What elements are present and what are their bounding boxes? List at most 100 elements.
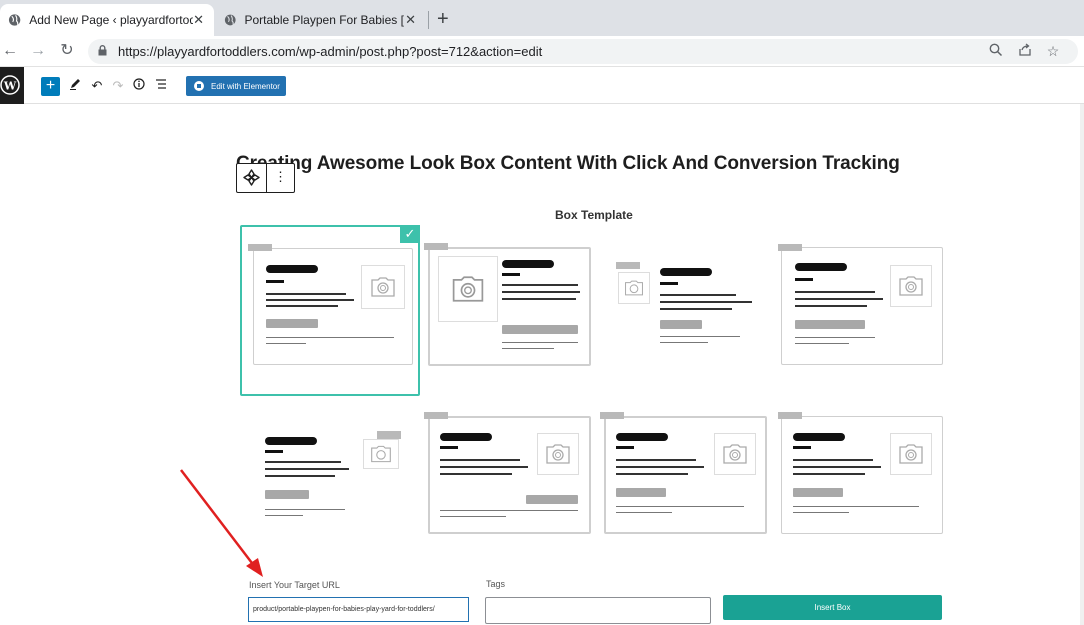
scrollbar[interactable] bbox=[1080, 104, 1084, 625]
template-card-6[interactable] bbox=[424, 411, 594, 535]
preview-tag bbox=[616, 262, 640, 269]
preview-line bbox=[502, 298, 576, 300]
preview-footer-line bbox=[793, 506, 919, 507]
preview-subtitle bbox=[502, 273, 520, 276]
preview-line bbox=[440, 473, 512, 475]
preview-line bbox=[266, 305, 338, 307]
preview-button bbox=[795, 320, 865, 329]
preview-line bbox=[795, 298, 883, 300]
tab-separator bbox=[428, 11, 429, 29]
preview-title bbox=[660, 268, 712, 276]
preview-footer-line bbox=[265, 515, 303, 516]
template-card-8[interactable] bbox=[778, 411, 946, 535]
preview-footer-line bbox=[660, 342, 708, 343]
tags-input[interactable] bbox=[485, 597, 711, 624]
template-card-5[interactable] bbox=[256, 425, 416, 525]
preview-title bbox=[502, 260, 554, 268]
preview-tag bbox=[778, 412, 802, 419]
preview-subtitle bbox=[265, 450, 283, 453]
preview-line bbox=[660, 308, 732, 310]
preview-footer-line bbox=[616, 512, 672, 513]
redo-icon[interactable]: ↷ bbox=[110, 77, 126, 95]
preview-button bbox=[265, 490, 309, 499]
preview-tag bbox=[778, 244, 802, 251]
close-icon[interactable]: ✕ bbox=[193, 12, 204, 28]
edit-with-elementor-button[interactable]: Edit with Elementor bbox=[186, 76, 286, 96]
page-title[interactable]: Creating Awesome Look Box Content With C… bbox=[236, 153, 900, 175]
preview-button bbox=[266, 319, 318, 328]
elementor-icon bbox=[194, 81, 204, 91]
box-template-label: Box Template bbox=[555, 208, 633, 222]
preview-subtitle bbox=[266, 280, 284, 283]
preview-button bbox=[526, 495, 578, 504]
camera-icon bbox=[438, 256, 498, 322]
preview-subtitle bbox=[616, 446, 634, 449]
target-url-label: Insert Your Target URL bbox=[249, 580, 340, 590]
preview-line bbox=[265, 461, 341, 463]
preview-title bbox=[266, 265, 318, 273]
preview-line bbox=[265, 468, 349, 470]
share-icon[interactable] bbox=[1016, 43, 1034, 61]
preview-subtitle bbox=[795, 278, 813, 281]
preview-subtitle bbox=[440, 446, 458, 449]
preview-button bbox=[616, 488, 666, 497]
preview-footer-line bbox=[793, 512, 849, 513]
template-card-2[interactable] bbox=[424, 242, 594, 368]
zoom-icon[interactable] bbox=[987, 43, 1005, 61]
template-card-1[interactable]: ✓ bbox=[240, 225, 420, 396]
template-card-4[interactable] bbox=[778, 243, 946, 367]
preview-line bbox=[795, 291, 875, 293]
more-options-icon[interactable]: ⋮ bbox=[274, 169, 287, 185]
camera-icon bbox=[890, 433, 932, 475]
preview-tag bbox=[424, 243, 448, 250]
forward-icon[interactable]: → bbox=[28, 42, 48, 62]
info-icon[interactable] bbox=[131, 77, 147, 95]
preview-line bbox=[616, 466, 704, 468]
elementor-label: Edit with Elementor bbox=[211, 81, 280, 91]
preview-line bbox=[795, 305, 867, 307]
preview-button bbox=[502, 325, 578, 334]
preview-tag bbox=[424, 412, 448, 419]
block-toolbar[interactable]: ⋮ bbox=[236, 163, 295, 193]
checkmark-icon: ✓ bbox=[400, 225, 420, 243]
globe-icon bbox=[8, 14, 21, 26]
preview-line bbox=[616, 473, 688, 475]
tab-add-new-page[interactable]: Add New Page ‹ playyardfortodd ✕ bbox=[0, 4, 214, 36]
add-block-button[interactable]: + bbox=[41, 77, 60, 96]
preview-line bbox=[793, 473, 865, 475]
target-url-input[interactable]: product/portable-playpen-for-babies-play… bbox=[248, 597, 469, 622]
template-card-3[interactable] bbox=[612, 258, 772, 358]
insert-box-button[interactable]: Insert Box bbox=[723, 595, 942, 620]
preview-footer-line bbox=[265, 509, 345, 510]
preview-tag bbox=[600, 412, 624, 419]
template-card-7[interactable] bbox=[600, 411, 770, 535]
preview-title bbox=[616, 433, 668, 441]
pencil-icon[interactable] bbox=[67, 77, 83, 95]
star-icon[interactable]: ☆ bbox=[1044, 43, 1062, 61]
close-icon[interactable]: ✕ bbox=[405, 12, 416, 28]
block-type-icon[interactable] bbox=[243, 169, 260, 186]
browser-tab-strip: Add New Page ‹ playyardfortodd ✕ Portabl… bbox=[0, 0, 1084, 36]
preview-footer-line bbox=[266, 337, 394, 338]
tab-title: Add New Page ‹ playyardfortodd bbox=[29, 13, 194, 27]
back-icon[interactable]: ← bbox=[0, 42, 20, 62]
preview-subtitle bbox=[660, 282, 678, 285]
list-view-icon[interactable] bbox=[153, 77, 169, 95]
preview-footer-line bbox=[440, 510, 578, 511]
preview-footer-line bbox=[795, 343, 849, 344]
new-tab-icon[interactable]: + bbox=[437, 7, 449, 31]
preview-title bbox=[793, 433, 845, 441]
url-text[interactable]: https://playyardfortoddlers.com/wp-admin… bbox=[118, 44, 542, 59]
preview-line bbox=[440, 459, 520, 461]
tab-portable-playpen[interactable]: Portable Playpen For Babies [ Pla ✕ bbox=[216, 4, 426, 36]
undo-icon[interactable]: ↶ bbox=[89, 77, 105, 95]
camera-icon bbox=[361, 265, 405, 309]
camera-icon bbox=[890, 265, 932, 307]
svg-text:W: W bbox=[3, 80, 17, 93]
tab-title: Portable Playpen For Babies [ Pla bbox=[244, 13, 405, 27]
address-bar[interactable]: https://playyardfortoddlers.com/wp-admin… bbox=[88, 39, 1078, 64]
screen: Add New Page ‹ playyardfortodd ✕ Portabl… bbox=[0, 0, 1084, 625]
wordpress-logo-icon[interactable]: W bbox=[0, 67, 24, 104]
reload-icon[interactable]: ↻ bbox=[57, 42, 77, 62]
preview-footer-line bbox=[266, 343, 306, 344]
